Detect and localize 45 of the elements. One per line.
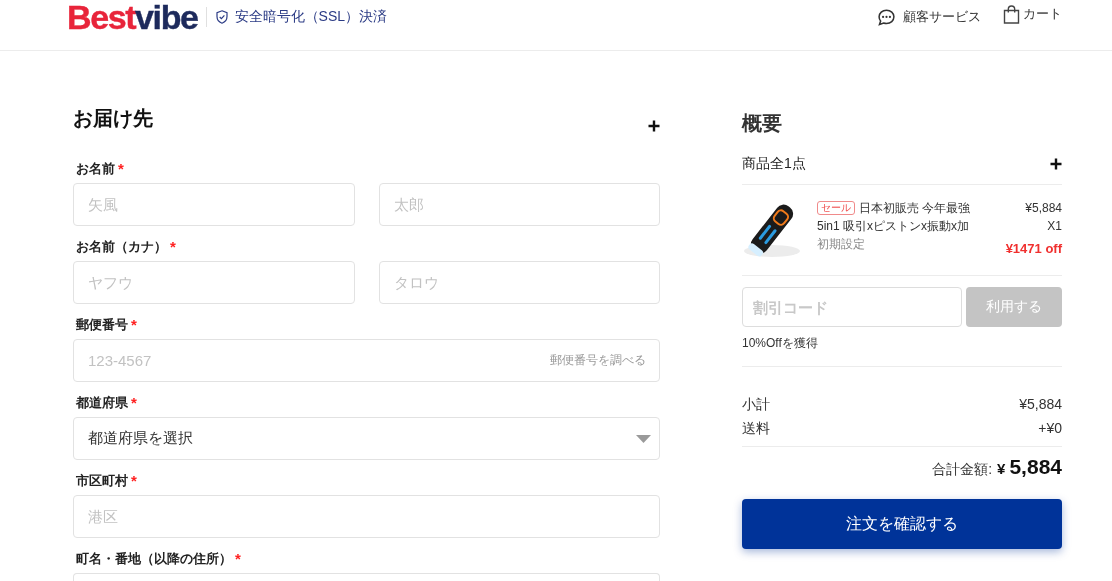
plus-icon[interactable] <box>648 120 660 132</box>
input-field[interactable]: 太郎 <box>378 183 660 226</box>
required-mark: * <box>131 316 137 334</box>
required-mark: * <box>118 160 124 178</box>
item-count: 商品全1点 <box>742 155 806 173</box>
input-field[interactable] <box>73 573 660 581</box>
field-label: 郵便番号 <box>76 316 128 334</box>
required-mark: * <box>170 238 176 256</box>
chat-icon <box>877 7 896 27</box>
required-mark: * <box>131 394 137 412</box>
product-variant: 初期設定 <box>817 236 866 253</box>
product-price: ¥5,884 <box>1025 200 1062 217</box>
cart-link[interactable]: カート <box>1003 4 1062 24</box>
field-label: お名前 <box>76 160 115 178</box>
shield-icon <box>215 10 228 24</box>
section-title: お届け先 <box>73 106 153 131</box>
line-value: ¥5,884 <box>1019 395 1062 414</box>
line-label: 小計 <box>742 395 770 414</box>
logo[interactable]: Bestvibe <box>67 0 198 34</box>
checkout-button[interactable]: 注文を確認する <box>742 499 1062 549</box>
input-field[interactable]: ヤフウ <box>73 261 355 304</box>
required-mark: * <box>131 472 137 490</box>
shopping-bag-icon <box>1003 4 1020 24</box>
security-note: 安全暗号化（SSL）決済 <box>234 8 387 26</box>
summary-title: 概要 <box>742 111 783 136</box>
caret-icon <box>636 434 651 443</box>
field-label: 市区町村 <box>76 472 128 490</box>
discount-note: 10%Offを獲得 <box>742 335 819 351</box>
field-label: お名前（カナ） <box>76 238 167 256</box>
product-title: セール 日本初販売 今年最強 5in1 吸引xピストンx振動x加 <box>817 200 972 235</box>
line-value: +¥0 <box>1038 419 1062 438</box>
field-label: 都道府県 <box>76 394 128 412</box>
required-mark: * <box>235 550 241 568</box>
total-amount: ¥ 5,884 <box>997 455 1062 479</box>
plus-icon[interactable] <box>1050 158 1062 170</box>
dropdown[interactable]: 都道府県を選択 <box>73 417 660 460</box>
product-quantity: X1 <box>1047 218 1062 235</box>
line-label: 送料 <box>742 419 770 438</box>
field-label: 町名・番地（以降の住所） <box>76 550 232 568</box>
discount-amount: ¥1471 off <box>1005 240 1062 258</box>
customer-service-link[interactable]: 顧客サービス <box>877 7 981 27</box>
input-field[interactable]: タロウ <box>378 261 660 304</box>
total-label: 合計金額: <box>932 461 993 479</box>
input-field[interactable]: 矢風 <box>73 183 355 226</box>
input-field[interactable]: 港区 <box>73 495 660 538</box>
